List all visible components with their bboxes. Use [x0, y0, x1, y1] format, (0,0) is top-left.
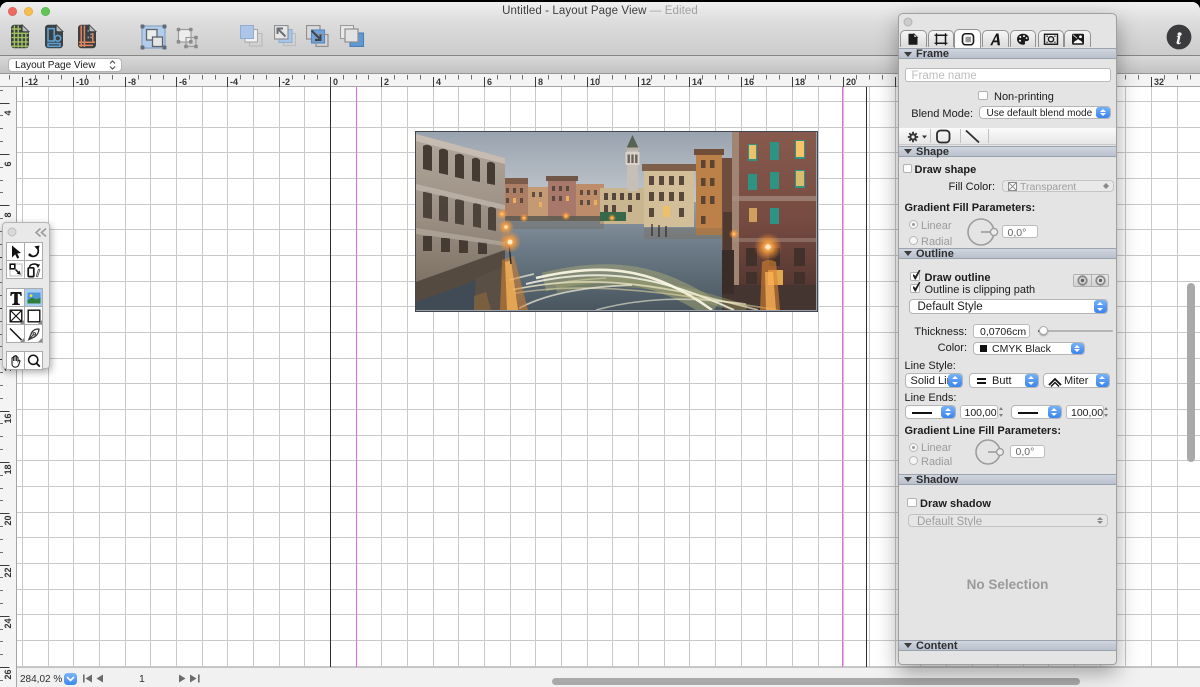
svg-text:2: 2 [384, 77, 389, 87]
svg-text:32: 32 [1154, 77, 1164, 87]
svg-text:18: 18 [3, 464, 13, 474]
svg-text:4: 4 [3, 110, 13, 115]
svg-text:8: 8 [538, 77, 543, 87]
svg-text:12: 12 [641, 77, 651, 87]
svg-text:-12: -12 [25, 77, 38, 87]
svg-text:20: 20 [3, 515, 13, 525]
svg-text:10: 10 [590, 77, 600, 87]
svg-text:4: 4 [436, 77, 441, 87]
svg-text:14: 14 [692, 77, 702, 87]
svg-text:16: 16 [3, 413, 13, 423]
svg-text:-8: -8 [128, 77, 136, 87]
svg-text:20: 20 [846, 77, 856, 87]
svg-text:22: 22 [3, 567, 13, 577]
svg-text:-6: -6 [179, 77, 187, 87]
svg-text:26: 26 [3, 669, 13, 679]
svg-text:-10: -10 [76, 77, 89, 87]
svg-text:18: 18 [795, 77, 805, 87]
svg-text:8: 8 [3, 212, 13, 217]
svg-text:6: 6 [487, 77, 492, 87]
svg-text:0: 0 [333, 77, 338, 87]
svg-text:1: 1 [139, 674, 145, 683]
svg-text:6: 6 [3, 161, 13, 166]
svg-text:-2: -2 [282, 77, 290, 87]
svg-text:16: 16 [744, 77, 754, 87]
svg-text:24: 24 [3, 618, 13, 628]
svg-text:-4: -4 [230, 77, 238, 87]
